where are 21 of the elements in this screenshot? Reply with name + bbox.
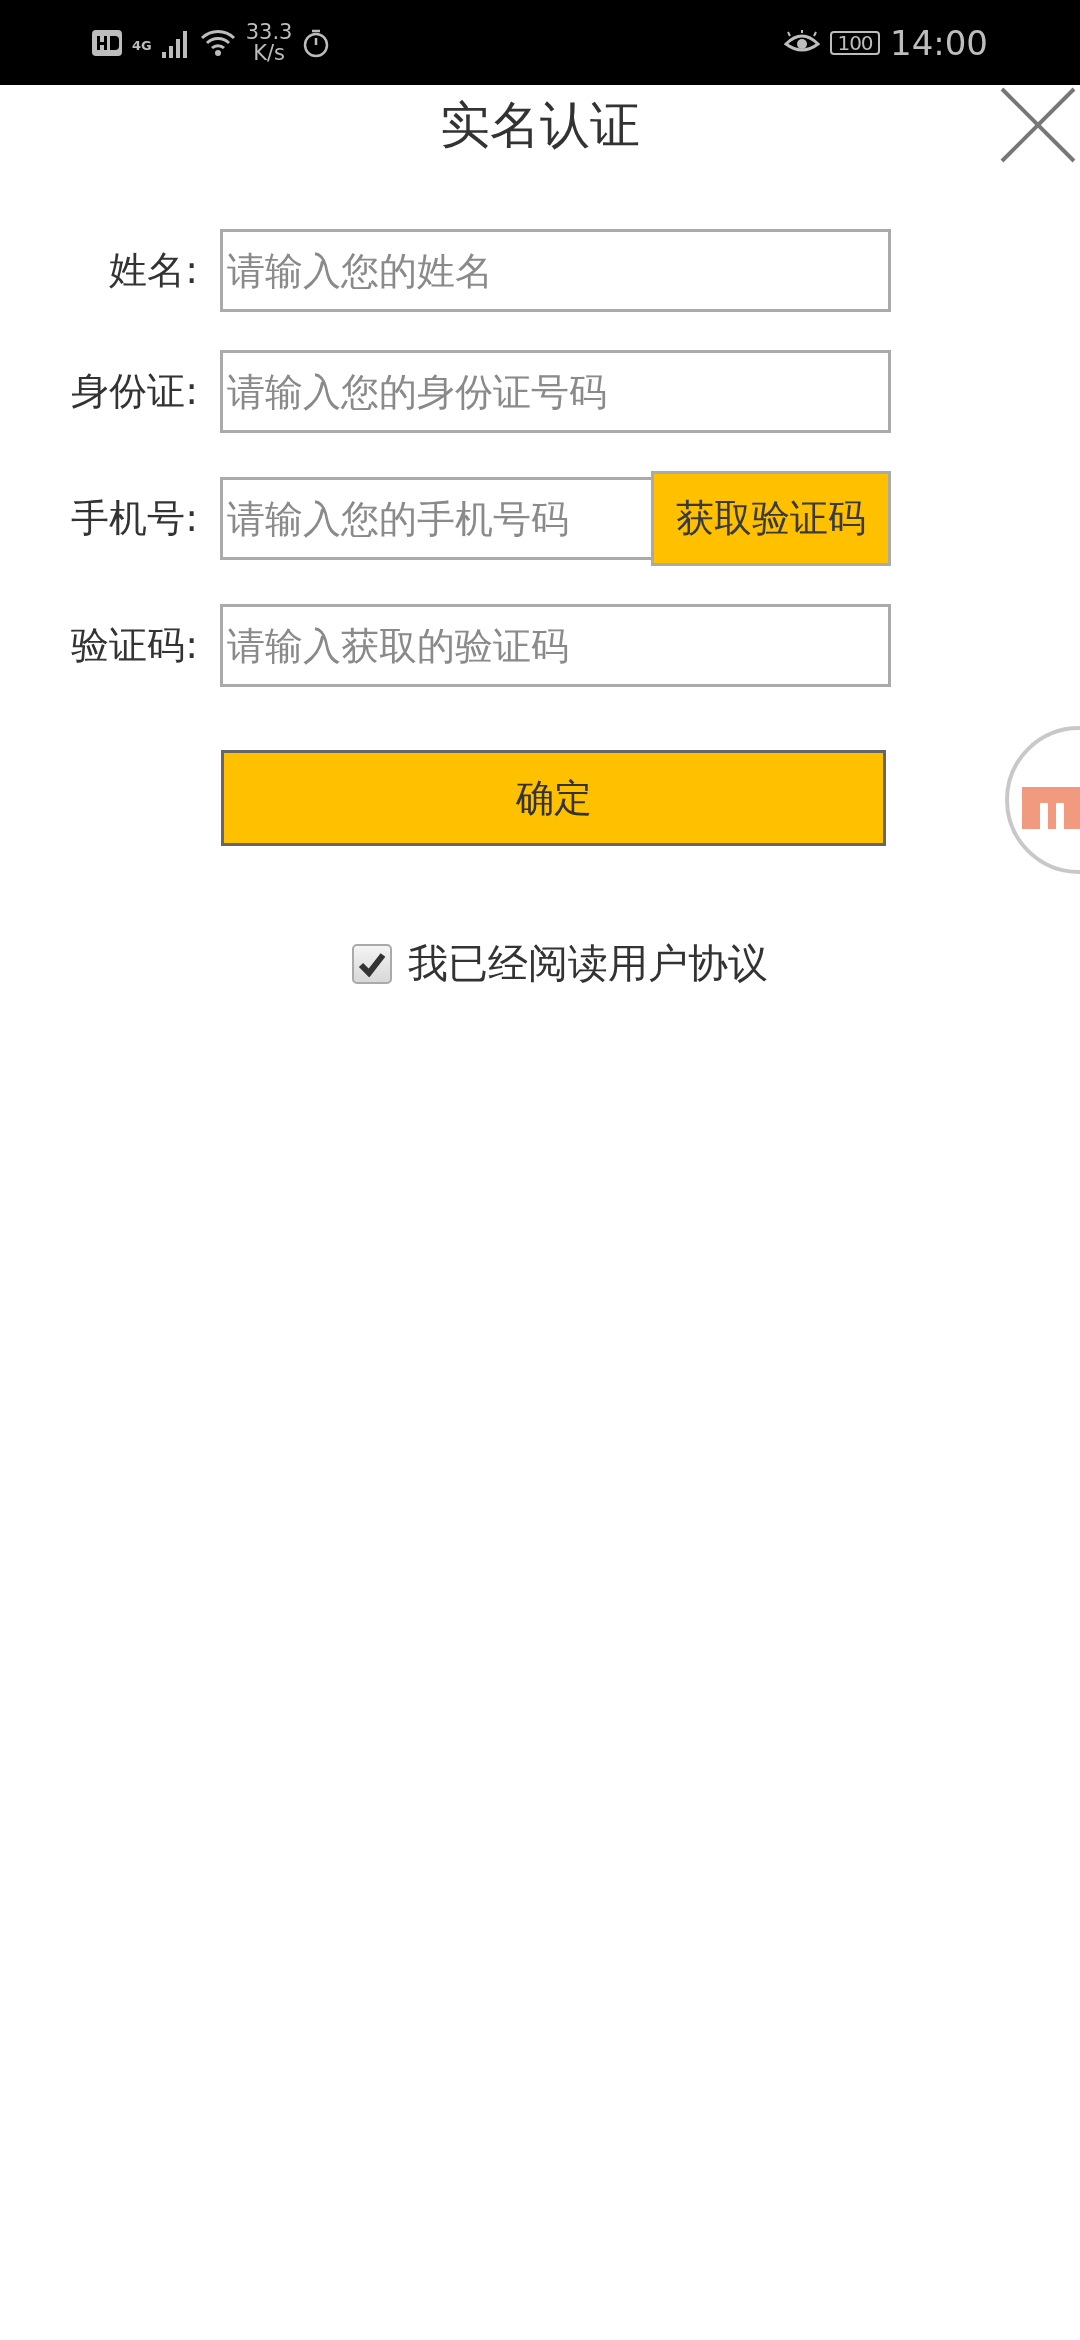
confirm-button[interactable]: 确定	[221, 750, 886, 846]
field-label: 姓名:	[108, 247, 198, 294]
battery-level: 100	[830, 30, 880, 55]
network-speed: 33.3	[245, 21, 293, 43]
hd-icon	[92, 29, 122, 56]
get-code-button[interactable]: 获取验证码	[651, 471, 891, 566]
clock-time: 14:00	[890, 22, 988, 63]
agreement-label: 我已经阅读用户协议	[408, 939, 768, 988]
speed-unit: K/s	[253, 42, 285, 64]
network-type: 4G	[132, 37, 152, 53]
input-field[interactable]: 请输入您的身份证号码	[220, 350, 891, 433]
agreement-checkbox[interactable]	[352, 943, 392, 984]
input-field[interactable]: 请输入您的手机号码	[220, 477, 654, 560]
page-title: 实名认证	[440, 94, 640, 156]
input-field[interactable]: 请输入获取的验证码	[220, 604, 891, 687]
stopwatch-icon	[302, 27, 331, 58]
field-label: 手机号:	[70, 495, 198, 542]
input-field[interactable]: 请输入您的姓名	[220, 229, 891, 312]
field-label: 验证码:	[70, 622, 198, 669]
wifi-icon	[199, 28, 236, 57]
field-label: 身份证:	[70, 368, 198, 415]
